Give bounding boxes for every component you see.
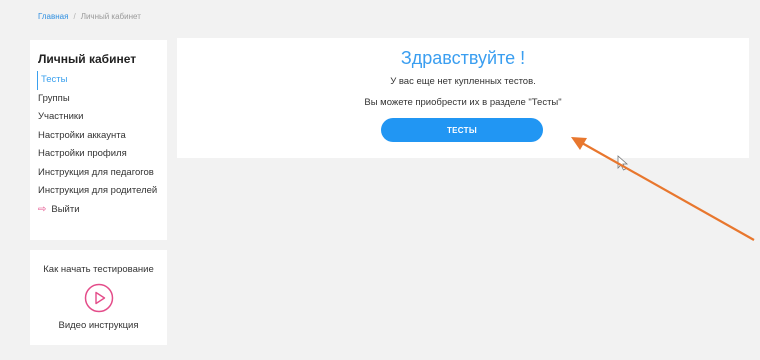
logout-icon: ⇨ [38, 203, 47, 215]
page: Главная / Личный кабинет Личный кабинет Те… [0, 0, 760, 360]
breadcrumb-current: Личный кабинет [80, 12, 141, 21]
sidebar-item-groups[interactable]: Группы [38, 90, 157, 109]
tests-button[interactable]: ТЕСТЫ [381, 118, 543, 142]
sidebar-item-account-settings[interactable]: Настройки аккаунта [38, 127, 157, 146]
mouse-cursor-icon [617, 155, 629, 171]
sidebar-item-label: Тесты [41, 74, 68, 85]
sidebar-item-tests[interactable]: Тесты [37, 71, 157, 90]
sidebar-item-label: Инструкция для педагогов [38, 166, 154, 178]
breadcrumb: Главная / Личный кабинет [38, 12, 141, 21]
video-instruction-card[interactable]: Как начать тестирование Видео инструкция [30, 250, 167, 345]
greeting-title: Здравствуйте ! [400, 48, 526, 68]
sidebar-item-teacher-guide[interactable]: Инструкция для педагогов [38, 164, 157, 183]
sidebar-item-profile-settings[interactable]: Настройки профиля [38, 145, 157, 164]
sidebar-item-label: Настройки аккаунта [38, 129, 126, 141]
sidebar-item-label: Настройки профиля [38, 148, 127, 159]
sidebar-item-participants[interactable]: Участники [38, 108, 157, 127]
breadcrumb-separator: / [73, 12, 76, 21]
sidebar-item-label: Инструкция для родителей [38, 185, 158, 196]
sidebar-title: Личный кабинет [38, 52, 137, 66]
play-circle-icon[interactable] [84, 283, 114, 313]
buy-tests-hint: Вы можете приобрести их в разделе "Тесты… [364, 97, 562, 108]
sidebar: Личный кабинет Тесты Группы Участники На… [30, 40, 167, 240]
sidebar-item-label: Участники [38, 111, 84, 122]
no-tests-message: У вас еще нет купленных тестов. [390, 76, 536, 87]
sidebar-item-label: Группы [38, 92, 70, 104]
video-instruction-label: Видео инструкция [58, 320, 139, 331]
sidebar-item-parent-guide[interactable]: Инструкция для родителей [38, 182, 157, 201]
breadcrumb-home-link[interactable]: Главная [38, 12, 68, 21]
sidebar-item-label: Выйти [51, 203, 80, 215]
video-card-title: Как начать тестирование [43, 264, 154, 275]
sidebar-nav: Тесты Группы Участники Настройки аккаунт… [37, 71, 157, 220]
sidebar-item-logout[interactable]: ⇨ Выйти [38, 201, 157, 220]
welcome-card: Здравствуйте ! У вас еще нет купленных т… [177, 38, 749, 158]
